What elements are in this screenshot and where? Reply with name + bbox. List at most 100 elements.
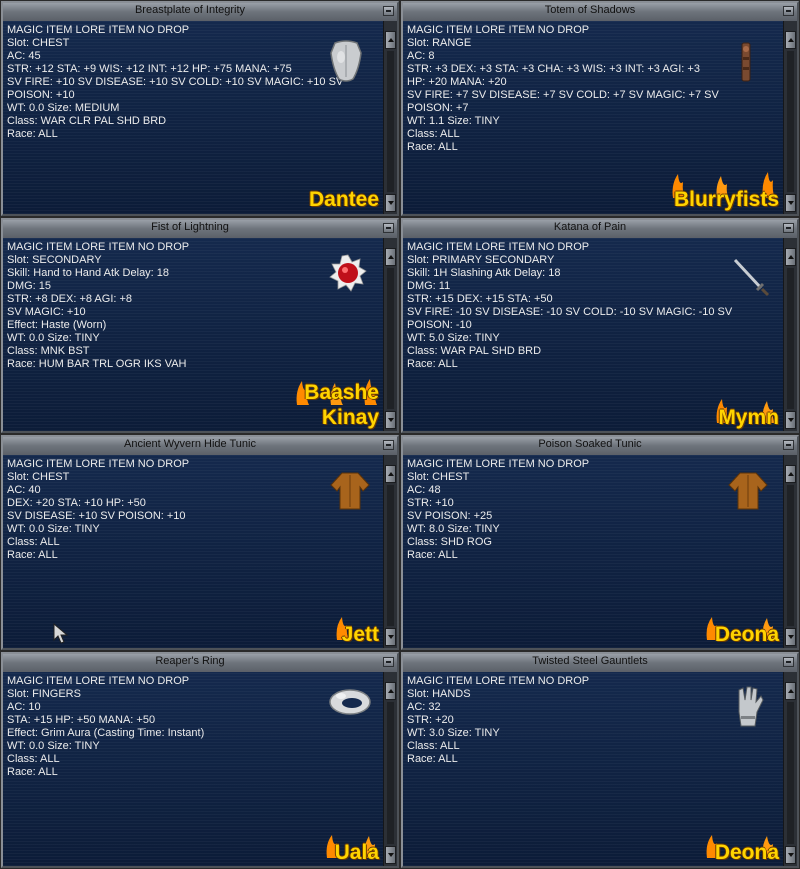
item-line: WT: 3.0 Size: TINY — [407, 727, 500, 739]
scroll-down-button[interactable] — [785, 411, 796, 429]
scrollbar[interactable] — [383, 455, 397, 648]
window-title: Ancient Wyvern Hide Tunic — [124, 438, 256, 450]
scroll-up-button[interactable] — [785, 465, 796, 483]
red-gem-icon — [329, 254, 367, 292]
scrollbar[interactable] — [783, 672, 797, 866]
scroll-up-button[interactable] — [785, 248, 796, 266]
scroll-track[interactable] — [387, 702, 394, 844]
ring-icon — [329, 689, 371, 715]
scroll-track[interactable] — [787, 51, 794, 192]
scroll-up-button[interactable] — [785, 31, 796, 49]
scroll-track[interactable] — [387, 51, 394, 192]
scroll-up-button[interactable] — [385, 248, 396, 266]
item-line: MAGIC ITEM LORE ITEM NO DROP — [7, 241, 190, 253]
minimize-button[interactable] — [383, 440, 394, 450]
window-titlebar[interactable]: Ancient Wyvern Hide Tunic — [3, 437, 397, 456]
item-line: Class: ALL — [407, 128, 460, 140]
scroll-track[interactable] — [787, 485, 794, 626]
item-window-twisted-steel-gauntlets[interactable]: Twisted Steel Gauntlets MAGIC ITEM LORE … — [401, 652, 799, 868]
scrollbar[interactable] — [783, 21, 797, 214]
tunic-icon — [728, 472, 768, 510]
player-name: Baashe — [304, 381, 379, 404]
item-stats: MAGIC ITEM LORE ITEM NO DROP Slot: CHEST… — [7, 24, 343, 141]
item-window-totem[interactable]: Totem of Shadows MAGIC ITEM LORE ITEM NO… — [401, 1, 799, 216]
minimize-button[interactable] — [783, 657, 794, 667]
item-line: AC: 48 — [407, 484, 441, 496]
item-line: Slot: PRIMARY SECONDARY — [407, 254, 555, 266]
item-windows-grid: Breastplate of Integrity MAGIC ITEM LORE… — [0, 0, 800, 869]
window-body: MAGIC ITEM LORE ITEM NO DROP Slot: SECON… — [3, 238, 383, 431]
scrollbar[interactable] — [783, 238, 797, 431]
item-line: MAGIC ITEM LORE ITEM NO DROP — [407, 24, 590, 36]
item-window-breastplate[interactable]: Breastplate of Integrity MAGIC ITEM LORE… — [1, 1, 399, 216]
scroll-up-button[interactable] — [785, 682, 796, 700]
item-line: STR: +8 DEX: +8 AGI: +8 — [7, 293, 133, 305]
item-window-katana-of-pain[interactable]: Katana of Pain MAGIC ITEM LORE ITEM NO D… — [401, 218, 799, 433]
scroll-down-button[interactable] — [785, 628, 796, 646]
mouse-cursor-icon — [53, 623, 69, 644]
item-line: STR: +10 — [407, 497, 454, 509]
scroll-track[interactable] — [387, 485, 394, 626]
scroll-up-button[interactable] — [385, 31, 396, 49]
minimize-button[interactable] — [383, 223, 394, 233]
item-line: Race: HUM BAR TRL OGR IKS VAH — [7, 358, 187, 370]
item-line: Class: SHD ROG — [407, 536, 492, 548]
window-titlebar[interactable]: Fist of Lightning — [3, 220, 397, 239]
item-line: WT: 1.1 Size: TINY — [407, 115, 500, 127]
item-window-ancient-wyvern-hide-tunic[interactable]: Ancient Wyvern Hide Tunic MAGIC ITEM LOR… — [1, 435, 399, 650]
scroll-down-button[interactable] — [385, 846, 396, 864]
scroll-up-button[interactable] — [385, 465, 396, 483]
minimize-button[interactable] — [783, 440, 794, 450]
window-title: Reaper's Ring — [155, 655, 225, 667]
minimize-button[interactable] — [783, 6, 794, 16]
scroll-down-button[interactable] — [385, 411, 396, 429]
window-body: MAGIC ITEM LORE ITEM NO DROP Slot: CHEST… — [403, 455, 783, 648]
item-line: Class: ALL — [7, 536, 60, 548]
item-line: Slot: CHEST — [7, 37, 70, 49]
window-body: MAGIC ITEM LORE ITEM NO DROP Slot: HANDS… — [403, 672, 783, 866]
item-stats: MAGIC ITEM LORE ITEM NO DROP Slot: FINGE… — [7, 675, 204, 779]
window-title: Katana of Pain — [553, 221, 627, 233]
item-line: AC: 45 — [7, 50, 41, 62]
minimize-button[interactable] — [783, 223, 794, 233]
scroll-down-button[interactable] — [785, 194, 796, 212]
player-name: Kinay — [321, 406, 379, 429]
window-titlebar[interactable]: Totem of Shadows — [403, 3, 797, 22]
item-line: Class: ALL — [7, 753, 60, 765]
item-line: Race: ALL — [7, 549, 58, 561]
scrollbar[interactable] — [383, 238, 397, 431]
item-stats: MAGIC ITEM LORE ITEM NO DROP Slot: CHEST… — [7, 458, 189, 562]
scrollbar[interactable] — [383, 672, 397, 866]
item-window-fist-of-lightning[interactable]: Fist of Lightning MAGIC ITEM LORE ITEM N… — [1, 218, 399, 433]
player-name: Uala — [334, 841, 379, 864]
player-name: Mymn — [718, 406, 779, 429]
item-stats: MAGIC ITEM LORE ITEM NO DROP Slot: SECON… — [7, 241, 189, 371]
scroll-down-button[interactable] — [385, 194, 396, 212]
window-titlebar[interactable]: Twisted Steel Gauntlets — [403, 654, 797, 673]
window-title: Poison Soaked Tunic — [538, 438, 642, 450]
scroll-down-button[interactable] — [785, 846, 796, 864]
minimize-button[interactable] — [383, 657, 394, 667]
item-window-poison-soaked-tunic[interactable]: Poison Soaked Tunic MAGIC ITEM LORE ITEM… — [401, 435, 799, 650]
scroll-up-button[interactable] — [385, 682, 396, 700]
item-line: DMG: 11 — [407, 280, 451, 292]
window-titlebar[interactable]: Reaper's Ring — [3, 654, 397, 673]
window-titlebar[interactable]: Breastplate of Integrity — [3, 3, 397, 22]
scrollbar[interactable] — [383, 21, 397, 214]
scrollbar[interactable] — [783, 455, 797, 648]
scroll-track[interactable] — [787, 702, 794, 844]
scroll-down-button[interactable] — [385, 628, 396, 646]
scroll-track[interactable] — [387, 268, 394, 409]
item-line: SV FIRE: +10 SV DISEASE: +10 SV COLD: +1… — [7, 76, 344, 88]
window-titlebar[interactable]: Poison Soaked Tunic — [403, 437, 797, 456]
scroll-track[interactable] — [787, 268, 794, 409]
item-line: POISON: +10 — [7, 89, 75, 101]
player-name: Deona — [714, 623, 779, 646]
window-title: Breastplate of Integrity — [134, 4, 246, 16]
minimize-button[interactable] — [383, 6, 394, 16]
item-stats: MAGIC ITEM LORE ITEM NO DROP Slot: PRIMA… — [407, 241, 732, 371]
item-line: Race: ALL — [407, 358, 458, 370]
item-window-reapers-ring[interactable]: Reaper's Ring MAGIC ITEM LORE ITEM NO DR… — [1, 652, 399, 868]
window-titlebar[interactable]: Katana of Pain — [403, 220, 797, 239]
player-name: Dantee — [308, 188, 379, 211]
